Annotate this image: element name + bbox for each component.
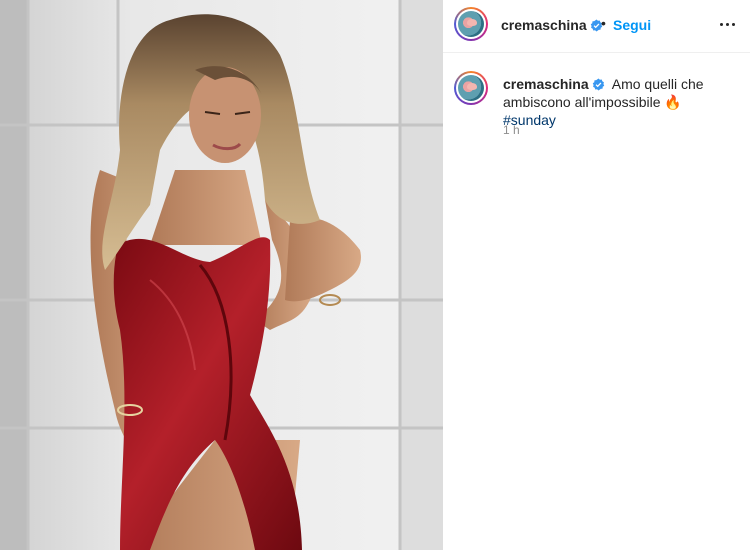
username-text: cremaschina — [501, 17, 587, 33]
post-timestamp: 1 h — [503, 123, 520, 137]
post-image — [0, 0, 443, 550]
profile-avatar[interactable] — [454, 7, 488, 41]
caption-username[interactable]: cremaschina — [503, 76, 605, 92]
more-horizontal-icon[interactable] — [718, 14, 738, 34]
verified-badge-icon — [592, 78, 604, 91]
separator-dot: • — [601, 15, 606, 31]
post-details-panel: cremaschina • Segui cremaschina Amo quel… — [443, 0, 750, 550]
username-link[interactable]: cremaschina — [501, 17, 603, 33]
caption-avatar[interactable] — [454, 71, 488, 105]
post-caption: cremaschina Amo quelli che ambiscono all… — [503, 75, 738, 129]
follow-button[interactable]: Segui — [613, 17, 651, 33]
post-photo[interactable] — [0, 0, 443, 550]
post-header: cremaschina • Segui — [443, 0, 750, 53]
caption-username-text: cremaschina — [503, 76, 589, 92]
